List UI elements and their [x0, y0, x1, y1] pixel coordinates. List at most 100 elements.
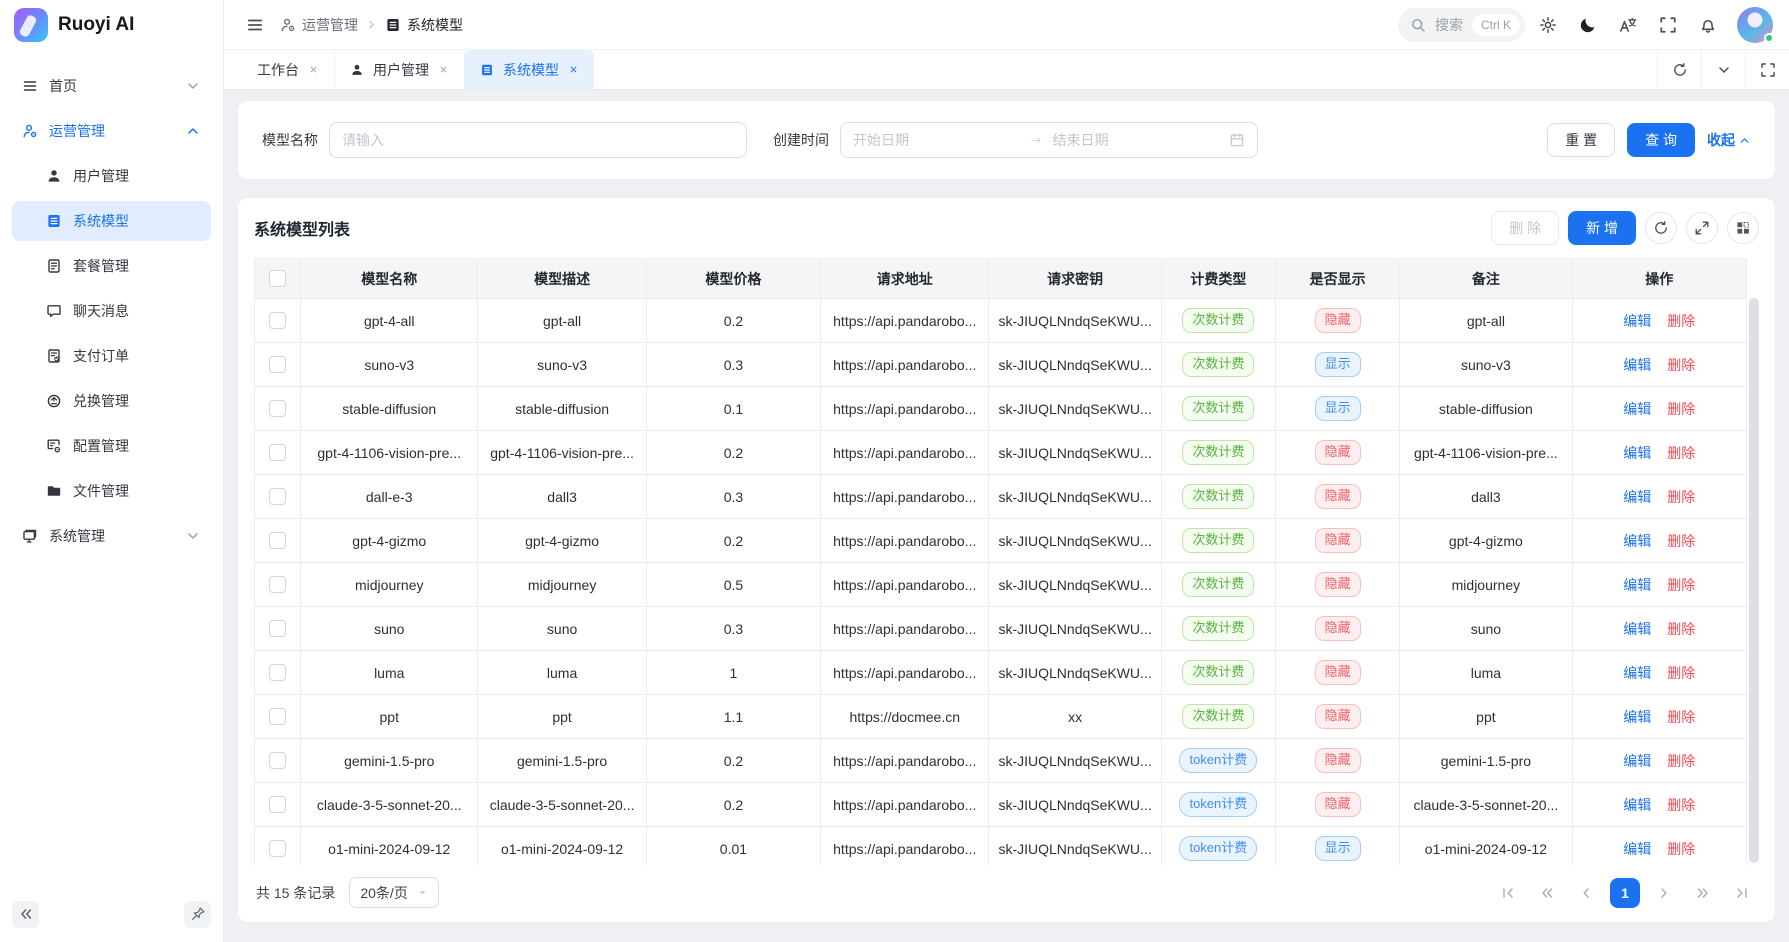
delete-link[interactable]: 删除: [1667, 841, 1695, 857]
sidebar-item-payment-orders[interactable]: 支付订单: [12, 336, 211, 376]
row-checkbox[interactable]: [269, 576, 286, 593]
cell-model-desc: claude-3-5-sonnet-20...: [478, 783, 646, 827]
prev-page-button[interactable]: [1571, 878, 1601, 908]
row-checkbox[interactable]: [269, 444, 286, 461]
close-icon[interactable]: [568, 64, 579, 75]
edit-link[interactable]: 编辑: [1623, 665, 1651, 681]
delete-link[interactable]: 删除: [1667, 753, 1695, 769]
next-group-button[interactable]: [1688, 878, 1718, 908]
table-row: gemini-1.5-pro gemini-1.5-pro 0.2 https:…: [255, 739, 1747, 783]
date-range-picker[interactable]: 开始日期 结束日期: [840, 122, 1258, 158]
notifications-button[interactable]: [1691, 8, 1725, 42]
user-avatar[interactable]: [1737, 7, 1773, 43]
settings-button[interactable]: [1531, 8, 1565, 42]
delete-link[interactable]: 删除: [1667, 621, 1695, 637]
row-checkbox[interactable]: [269, 356, 286, 373]
row-checkbox[interactable]: [269, 488, 286, 505]
delete-link[interactable]: 删除: [1667, 665, 1695, 681]
sidebar-item-redeem-management[interactable]: 兑换管理: [12, 381, 211, 421]
refresh-table-button[interactable]: [1645, 212, 1677, 244]
edit-link[interactable]: 编辑: [1623, 533, 1651, 549]
edit-link[interactable]: 编辑: [1623, 753, 1651, 769]
delete-link[interactable]: 删除: [1667, 401, 1695, 417]
edit-link[interactable]: 编辑: [1623, 841, 1651, 857]
tab-system-model[interactable]: 系统模型: [465, 50, 594, 89]
fullscreen-button[interactable]: [1651, 8, 1685, 42]
delete-link[interactable]: 删除: [1667, 533, 1695, 549]
edit-link[interactable]: 编辑: [1623, 489, 1651, 505]
pin-sidebar-button[interactable]: [184, 901, 211, 928]
sidebar: Ruoyi AI 首页 运营管理 用户管理 系统模型 套餐管理 聊天消息: [0, 0, 224, 942]
row-checkbox[interactable]: [269, 796, 286, 813]
content-fullscreen-button[interactable]: [1745, 50, 1789, 89]
sidebar-item-system-management[interactable]: 系统管理: [12, 516, 211, 556]
tab-user-management[interactable]: 用户管理: [335, 50, 465, 89]
breadcrumb-page[interactable]: 系统模型: [385, 15, 463, 35]
collapse-sidebar-button[interactable]: [12, 901, 39, 928]
prev-group-button[interactable]: [1532, 878, 1562, 908]
online-status-dot: [1764, 33, 1774, 43]
page-size-select[interactable]: 20条/页: [349, 877, 438, 908]
scrollbar-thumb[interactable]: [1749, 298, 1759, 863]
delete-link[interactable]: 删除: [1667, 313, 1695, 329]
edit-link[interactable]: 编辑: [1623, 709, 1651, 725]
language-button[interactable]: [1611, 8, 1645, 42]
close-icon[interactable]: [438, 64, 449, 75]
delete-button[interactable]: 删 除: [1491, 211, 1559, 245]
sidebar-item-operations[interactable]: 运营管理: [12, 111, 211, 151]
sidebar-item-system-model[interactable]: 系统模型: [12, 201, 211, 241]
global-search[interactable]: 搜索 Ctrl K: [1398, 8, 1525, 42]
brand[interactable]: Ruoyi AI: [0, 0, 223, 50]
sidebar-item-package-management[interactable]: 套餐管理: [12, 246, 211, 286]
refresh-page-button[interactable]: [1657, 50, 1701, 89]
edit-link[interactable]: 编辑: [1623, 445, 1651, 461]
row-checkbox[interactable]: [269, 840, 286, 857]
next-page-button[interactable]: [1649, 878, 1679, 908]
menu-toggle-button[interactable]: [240, 10, 270, 40]
row-checkbox[interactable]: [269, 752, 286, 769]
edit-link[interactable]: 编辑: [1623, 621, 1651, 637]
edit-link[interactable]: 编辑: [1623, 577, 1651, 593]
delete-link[interactable]: 删除: [1667, 709, 1695, 725]
model-name-input[interactable]: [329, 122, 747, 158]
row-checkbox[interactable]: [269, 708, 286, 725]
tab-menu-button[interactable]: [1701, 50, 1745, 89]
select-all-checkbox[interactable]: [269, 270, 286, 287]
close-icon[interactable]: [308, 64, 319, 75]
edit-link[interactable]: 编辑: [1623, 797, 1651, 813]
first-page-button[interactable]: [1493, 878, 1523, 908]
add-button[interactable]: 新 增: [1568, 211, 1636, 245]
table-scrollbar[interactable]: [1749, 298, 1759, 863]
edit-link[interactable]: 编辑: [1623, 357, 1651, 373]
breadcrumb-section[interactable]: 运营管理: [280, 15, 358, 35]
delete-link[interactable]: 删除: [1667, 489, 1695, 505]
column-settings-button[interactable]: [1727, 212, 1759, 244]
query-button[interactable]: 查 询: [1627, 123, 1695, 157]
edit-link[interactable]: 编辑: [1623, 401, 1651, 417]
edit-link[interactable]: 编辑: [1623, 313, 1651, 329]
collapse-filter-link[interactable]: 收起: [1707, 130, 1751, 150]
tab-workbench[interactable]: 工作台: [242, 50, 335, 89]
row-checkbox[interactable]: [269, 532, 286, 549]
row-checkbox[interactable]: [269, 664, 286, 681]
sidebar-item-label: 兑换管理: [73, 391, 129, 411]
reset-button[interactable]: 重 置: [1547, 123, 1615, 157]
row-checkbox[interactable]: [269, 312, 286, 329]
last-page-button[interactable]: [1727, 878, 1757, 908]
sidebar-item-home[interactable]: 首页: [12, 66, 211, 106]
sidebar-item-user-management[interactable]: 用户管理: [12, 156, 211, 196]
sidebar-item-file-management[interactable]: 文件管理: [12, 471, 211, 511]
row-checkbox[interactable]: [269, 620, 286, 637]
row-checkbox[interactable]: [269, 400, 286, 417]
delete-link[interactable]: 删除: [1667, 797, 1695, 813]
sidebar-item-config-management[interactable]: 配置管理: [12, 426, 211, 466]
double-chevron-left-icon: [18, 906, 34, 922]
delete-link[interactable]: 删除: [1667, 445, 1695, 461]
breadcrumb: 运营管理 系统模型: [280, 15, 463, 35]
expand-table-button[interactable]: [1686, 212, 1718, 244]
delete-link[interactable]: 删除: [1667, 357, 1695, 373]
sidebar-item-chat-messages[interactable]: 聊天消息: [12, 291, 211, 331]
page-number-button[interactable]: 1: [1610, 878, 1640, 908]
delete-link[interactable]: 删除: [1667, 577, 1695, 593]
dark-mode-button[interactable]: [1571, 8, 1605, 42]
